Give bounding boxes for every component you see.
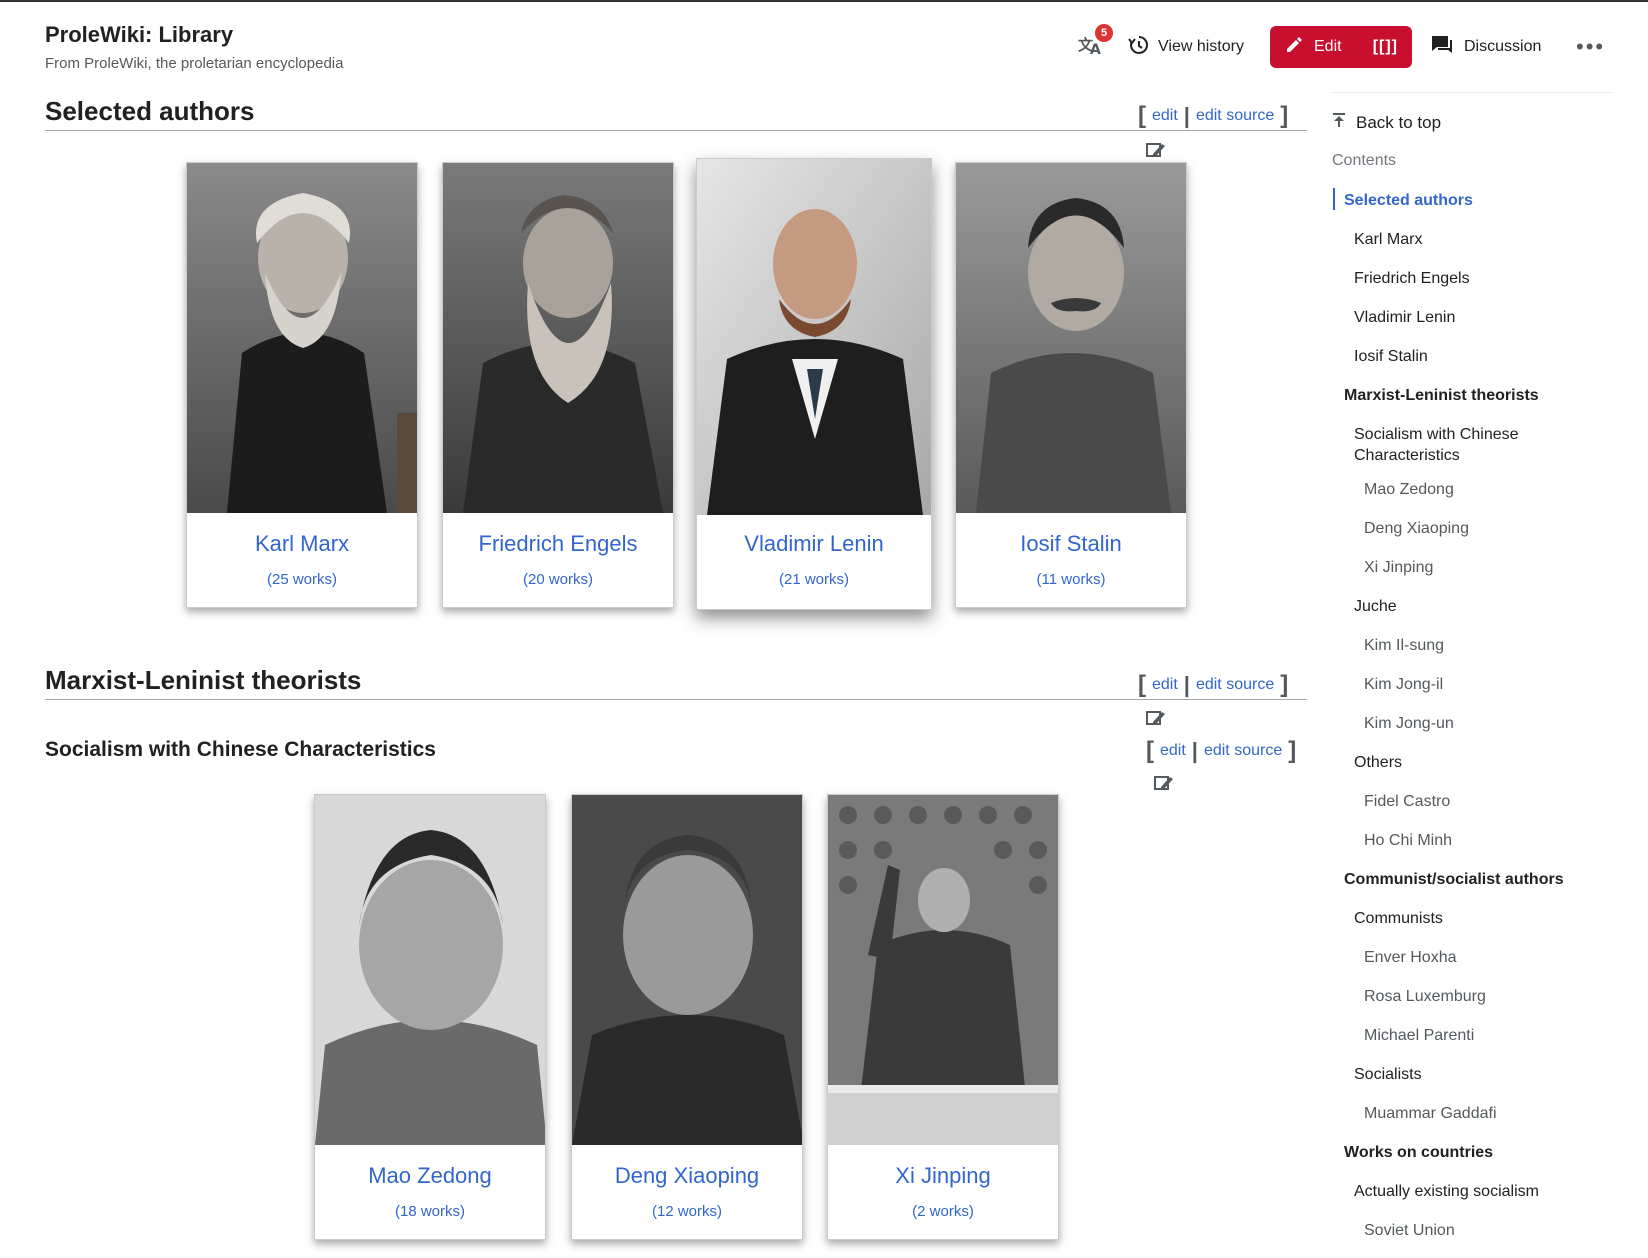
speech-bubble-icon	[1430, 34, 1454, 61]
toc-item[interactable]: Kim Il-sung	[1364, 635, 1444, 656]
author-name-link[interactable]: Mao Zedong	[315, 1163, 545, 1189]
language-count-badge: 5	[1095, 24, 1113, 42]
toc-item[interactable]: Others	[1354, 752, 1402, 773]
toc-item[interactable]: Ho Chi Minh	[1364, 830, 1452, 851]
author-works-link[interactable]: (12 works)	[572, 1203, 802, 1220]
section-heading-selected-authors: Selected authors	[45, 96, 255, 126]
language-button[interactable]: 文A 5	[1070, 24, 1113, 68]
edit-image-icon[interactable]	[1146, 708, 1166, 726]
discussion-button[interactable]: Discussion	[1430, 26, 1541, 68]
author-card-friedrich-engels[interactable]: Friedrich Engels (20 works)	[442, 162, 674, 608]
pencil-icon	[1284, 35, 1304, 60]
author-card-vladimir-lenin[interactable]: Vladimir Lenin (21 works)	[696, 158, 932, 610]
author-card-xi-jinping[interactable]: Xi Jinping (2 works)	[827, 794, 1059, 1240]
edit-button[interactable]: Edit [[]]	[1270, 26, 1412, 68]
page-tagline: From ProleWiki, the proletarian encyclop…	[45, 55, 344, 72]
visual-edit-icon[interactable]: [[]]	[1373, 38, 1398, 56]
author-works-link[interactable]: (11 works)	[956, 571, 1186, 588]
section-edit-links: [ edit | edit source ]	[1138, 102, 1289, 129]
toc-item[interactable]: Juche	[1354, 596, 1397, 617]
karl-marx-portrait	[187, 163, 417, 513]
toc-item[interactable]: Karl Marx	[1354, 229, 1422, 250]
edit-link[interactable]: edit	[1160, 742, 1186, 760]
toc-item[interactable]: Xi Jinping	[1364, 557, 1433, 578]
edit-source-link[interactable]: edit source	[1204, 742, 1282, 760]
author-card-iosif-stalin[interactable]: Iosif Stalin (11 works)	[955, 162, 1187, 608]
toc-item[interactable]: Vladimir Lenin	[1354, 307, 1455, 328]
back-to-top-link[interactable]: Back to top	[1332, 112, 1441, 133]
page-title: ProleWiki: Library	[45, 22, 234, 47]
author-card-deng-xiaoping[interactable]: Deng Xiaoping (12 works)	[571, 794, 803, 1240]
toc-item[interactable]: Kim Jong-il	[1364, 674, 1443, 695]
author-card-mao-zedong[interactable]: Mao Zedong (18 works)	[314, 794, 546, 1240]
toc-item[interactable]: Kim Jong-un	[1364, 713, 1454, 734]
more-options-button[interactable]: •••	[1576, 26, 1605, 68]
author-works-link[interactable]: (21 works)	[697, 571, 931, 588]
edit-image-icon[interactable]	[1154, 773, 1174, 791]
back-to-top-label: Back to top	[1356, 112, 1442, 132]
vladimir-lenin-portrait	[697, 159, 931, 515]
edit-source-link[interactable]: edit source	[1196, 107, 1274, 125]
arrow-up-bar-icon	[1332, 112, 1346, 133]
toc-item[interactable]: Selected authors	[1344, 190, 1473, 211]
top-border	[0, 0, 1648, 2]
edit-label: Edit	[1314, 38, 1342, 55]
edit-source-link[interactable]: edit source	[1196, 676, 1274, 694]
iosif-stalin-portrait	[956, 163, 1186, 513]
section-divider	[45, 130, 1307, 131]
edit-link[interactable]: edit	[1152, 676, 1178, 694]
author-name-link[interactable]: Iosif Stalin	[956, 531, 1186, 557]
author-works-link[interactable]: (2 works)	[828, 1203, 1058, 1220]
toc-item[interactable]: Michael Parenti	[1364, 1025, 1474, 1046]
friedrich-engels-portrait	[443, 163, 673, 513]
author-name-link[interactable]: Deng Xiaoping	[572, 1163, 802, 1189]
toc-item[interactable]: Enver Hoxha	[1364, 947, 1457, 968]
author-name-link[interactable]: Xi Jinping	[828, 1163, 1058, 1189]
toc-active-indicator	[1333, 188, 1335, 210]
toc-item[interactable]: Friedrich Engels	[1354, 268, 1470, 289]
toc-item[interactable]: Communists	[1354, 908, 1443, 929]
toc-item[interactable]: Rosa Luxemburg	[1364, 986, 1486, 1007]
toc-divider	[1332, 92, 1612, 93]
mao-zedong-portrait	[315, 795, 545, 1145]
author-name-link[interactable]: Karl Marx	[187, 531, 417, 557]
toc-item[interactable]: Marxist-Leninist theorists	[1344, 385, 1539, 406]
toc-item[interactable]: Socialists	[1354, 1064, 1422, 1085]
toc-item[interactable]: Actually existing socialism	[1354, 1181, 1539, 1202]
author-works-link[interactable]: (18 works)	[315, 1203, 545, 1220]
subsection-edit-links: [ edit | edit source ]	[1146, 737, 1297, 764]
author-name-link[interactable]: Friedrich Engels	[443, 531, 673, 557]
toc-item[interactable]: Deng Xiaoping	[1364, 518, 1469, 539]
history-icon	[1128, 34, 1150, 61]
deng-xiaoping-portrait	[572, 795, 802, 1145]
section-divider	[45, 699, 1307, 700]
subsection-heading-socialism-chinese: Socialism with Chinese Characteristics	[45, 738, 436, 761]
author-card-karl-marx[interactable]: Karl Marx (25 works)	[186, 162, 418, 608]
discussion-label: Discussion	[1464, 38, 1542, 55]
xi-jinping-portrait	[828, 795, 1058, 1145]
section-heading-ml-theorists: Marxist-Leninist theorists	[45, 665, 362, 695]
edit-link[interactable]: edit	[1152, 107, 1178, 125]
toc-item[interactable]: Socialism with Chinese Characteristics	[1354, 424, 1564, 466]
toc-item[interactable]: Muammar Gaddafi	[1364, 1103, 1497, 1124]
toc-title: Contents	[1332, 152, 1397, 169]
toc-item[interactable]: Soviet Union	[1364, 1220, 1455, 1241]
author-works-link[interactable]: (20 works)	[443, 571, 673, 588]
view-history-label: View history	[1158, 38, 1244, 55]
author-works-link[interactable]: (25 works)	[187, 571, 417, 588]
section-edit-links: [ edit | edit source ]	[1138, 671, 1289, 698]
toc-item[interactable]: Iosif Stalin	[1354, 346, 1428, 367]
svg-text:A: A	[1090, 42, 1101, 55]
author-name-link[interactable]: Vladimir Lenin	[697, 531, 931, 557]
toc-item[interactable]: Fidel Castro	[1364, 791, 1450, 812]
toc-item[interactable]: Works on countries	[1344, 1142, 1493, 1163]
ellipsis-icon: •••	[1576, 34, 1606, 59]
toc-item[interactable]: Communist/socialist authors	[1344, 869, 1564, 890]
edit-image-icon[interactable]	[1146, 140, 1166, 158]
toc-item[interactable]: Mao Zedong	[1364, 479, 1454, 500]
view-history-button[interactable]: View history	[1128, 26, 1244, 68]
